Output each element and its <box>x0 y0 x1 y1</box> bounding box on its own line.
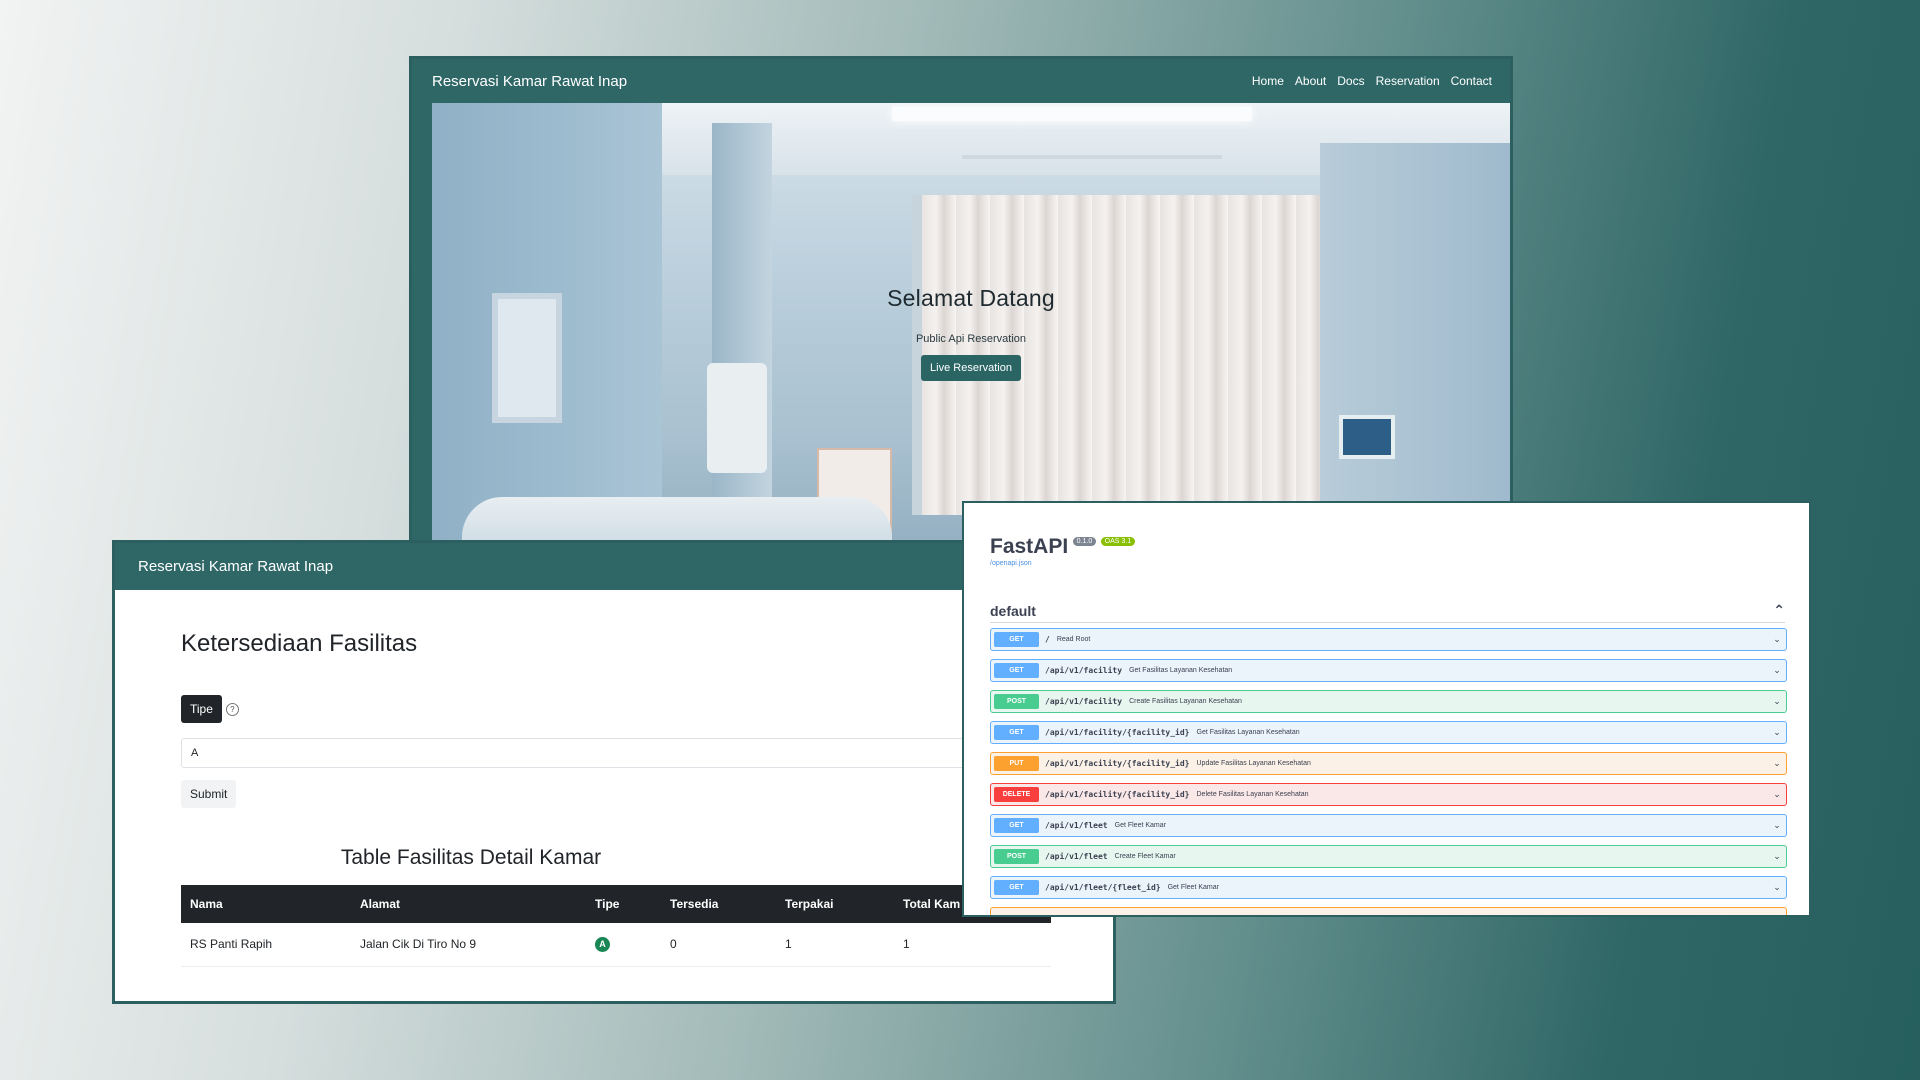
table-title: Table Fasilitas Detail Kamar <box>340 846 602 869</box>
facility-table: Nama Alamat Tipe Tersedia Terpakai Total… <box>181 885 1051 967</box>
help-icon[interactable]: ? <box>225 702 239 716</box>
landing-navbar: Reservasi Kamar Rawat Inap Home About Do… <box>412 59 1510 103</box>
operation-path: / <box>1045 635 1050 644</box>
operation-row[interactable]: PUT /api/v1/facility/{facility_id} Updat… <box>990 752 1787 775</box>
operation-desc: Create Fasilitas Layanan Kesehatan <box>1129 698 1242 705</box>
operation-desc: Update Fasilitas Layanan Kesehatan <box>1196 760 1311 767</box>
chevron-down-icon[interactable]: ⌄ <box>1771 758 1783 770</box>
openapi-link[interactable]: /openapi.json <box>990 560 1135 567</box>
hero-ceiling-light <box>892 107 1252 121</box>
tipe-badge: A <box>595 937 610 953</box>
operation-desc: Get Fasilitas Layanan Kesehatan <box>1129 667 1233 674</box>
operation-row[interactable]: GET /api/v1/fleet Get Fleet Kamar ⌄ <box>990 814 1787 837</box>
nav-docs[interactable]: Docs <box>1337 74 1364 88</box>
operation-desc: Get Fleet Kamar <box>1114 822 1166 829</box>
cell-terpakai: 1 <box>776 923 894 967</box>
col-alamat: Alamat <box>360 897 401 911</box>
cell-nama: RS Panti Rapih <box>181 923 351 967</box>
operation-row[interactable]: POST /api/v1/fleet Create Fleet Kamar ⌄ <box>990 845 1787 868</box>
chevron-down-icon[interactable]: ⌄ <box>1771 820 1783 832</box>
operation-desc: Get Fleet Kamar <box>1167 884 1219 891</box>
chevron-down-icon[interactable]: ⌄ <box>1771 696 1783 708</box>
hero-vent <box>962 155 1222 159</box>
hero-title: Selamat Datang <box>887 285 1055 311</box>
method-badge: GET <box>994 663 1039 678</box>
cell-total: 1 <box>894 923 1051 967</box>
landing-brand[interactable]: Reservasi Kamar Rawat Inap <box>432 73 627 90</box>
operations-list: GET / Read Root ⌄ GET /api/v1/facility G… <box>990 628 1787 915</box>
chevron-down-icon[interactable]: ⌄ <box>1771 789 1783 801</box>
operation-row[interactable]: GET / Read Root ⌄ <box>990 628 1787 651</box>
table-header-row: Nama Alamat Tipe Tersedia Terpakai Total… <box>181 885 1051 923</box>
operation-desc: Read Root <box>1056 636 1091 643</box>
version-badge: 0.1.0 <box>1072 537 1097 546</box>
operation-row[interactable]: POST /api/v1/facility Create Fasilitas L… <box>990 690 1787 713</box>
chevron-down-icon[interactable]: ⌄ <box>1771 882 1783 894</box>
api-header: FastAPI 0.1.0 OAS 3.1 /openapi.json <box>990 535 1136 567</box>
cell-tipe: A <box>586 923 661 967</box>
operation-row[interactable]: GET /api/v1/fleet/{fleet_id} Get Fleet K… <box>990 876 1787 899</box>
facility-title: Ketersediaan Fasilitas <box>181 630 418 657</box>
col-terpakai: Terpakai <box>785 897 834 911</box>
col-nama: Nama <box>190 897 223 911</box>
chevron-down-icon[interactable]: ⌄ <box>1771 727 1783 739</box>
facility-brand[interactable]: Reservasi Kamar Rawat Inap <box>138 558 333 575</box>
nav-home[interactable]: Home <box>1252 74 1284 88</box>
live-reservation-button[interactable]: Live Reservation <box>921 355 1021 381</box>
operation-path: /api/v1/facility <box>1045 666 1123 675</box>
operation-desc: Get Fasilitas Layanan Kesehatan <box>1196 729 1300 736</box>
chevron-down-icon[interactable]: ⌄ <box>1771 665 1783 677</box>
operation-row[interactable]: GET /api/v1/facility Get Fasilitas Layan… <box>990 659 1787 682</box>
tipe-input[interactable]: A <box>181 738 1061 768</box>
operation-path: /api/v1/fleet/{fleet_id} <box>1045 883 1161 892</box>
fastapi-window: FastAPI 0.1.0 OAS 3.1 /openapi.json defa… <box>962 501 1811 917</box>
method-badge: POST <box>994 694 1039 709</box>
landing-menu: Home About Docs Reservation Contact <box>1252 74 1492 88</box>
cell-alamat: Jalan Cik Di Tiro No 9 <box>351 923 586 967</box>
submit-button[interactable]: Submit <box>181 780 237 808</box>
hero-subtitle: Public Api Reservation <box>915 333 1027 345</box>
operation-desc: Create Fleet Kamar <box>1114 853 1176 860</box>
col-tersedia: Tersedia <box>670 897 719 911</box>
chevron-up-icon[interactable]: ⌃ <box>1773 602 1785 619</box>
operation-desc: Delete Fasilitas Layanan Kesehatan <box>1196 791 1309 798</box>
cell-tersedia: 0 <box>661 923 776 967</box>
operation-path: /api/v1/facility/{facility_id} <box>1045 728 1190 737</box>
oas-badge: OAS 3.1 <box>1100 537 1136 546</box>
method-badge: DELETE <box>994 787 1039 802</box>
operation-path: /api/v1/facility/{facility_id} <box>1045 759 1190 768</box>
api-title: FastAPI <box>990 535 1069 558</box>
operation-path: /api/v1/facility/{facility_id} <box>1045 790 1190 799</box>
operation-path: /api/v1/facility <box>1045 697 1123 706</box>
nav-contact[interactable]: Contact <box>1451 74 1492 88</box>
method-badge: PUT <box>994 756 1039 771</box>
tipe-label: Tipe <box>181 695 222 723</box>
hero-text: Selamat Datang Public Api Reservation Li… <box>432 285 1510 381</box>
chevron-down-icon[interactable]: ⌄ <box>1771 851 1783 863</box>
operation-path: /api/v1/fleet <box>1045 852 1108 861</box>
operation-path: /api/v1/fleet <box>1045 821 1108 830</box>
operation-row-partial[interactable] <box>990 907 1787 915</box>
hero-desk-monitor <box>1339 415 1395 459</box>
nav-reservation[interactable]: Reservation <box>1376 74 1440 88</box>
section-title: default <box>990 602 1036 619</box>
operation-row[interactable]: GET /api/v1/facility/{facility_id} Get F… <box>990 721 1787 744</box>
method-badge: GET <box>994 818 1039 833</box>
operation-row[interactable]: DELETE /api/v1/facility/{facility_id} De… <box>990 783 1787 806</box>
method-badge: GET <box>994 880 1039 895</box>
method-badge: GET <box>994 725 1039 740</box>
method-badge: GET <box>994 632 1039 647</box>
col-tipe: Tipe <box>595 897 620 911</box>
section-default[interactable]: default ⌃ <box>990 599 1785 623</box>
table-row: RS Panti Rapih Jalan Cik Di Tiro No 9 A … <box>181 923 1051 967</box>
chevron-down-icon[interactable]: ⌄ <box>1771 634 1783 646</box>
tipe-row: Tipe ? <box>181 695 239 723</box>
method-badge: POST <box>994 849 1039 864</box>
nav-about[interactable]: About <box>1295 74 1326 88</box>
